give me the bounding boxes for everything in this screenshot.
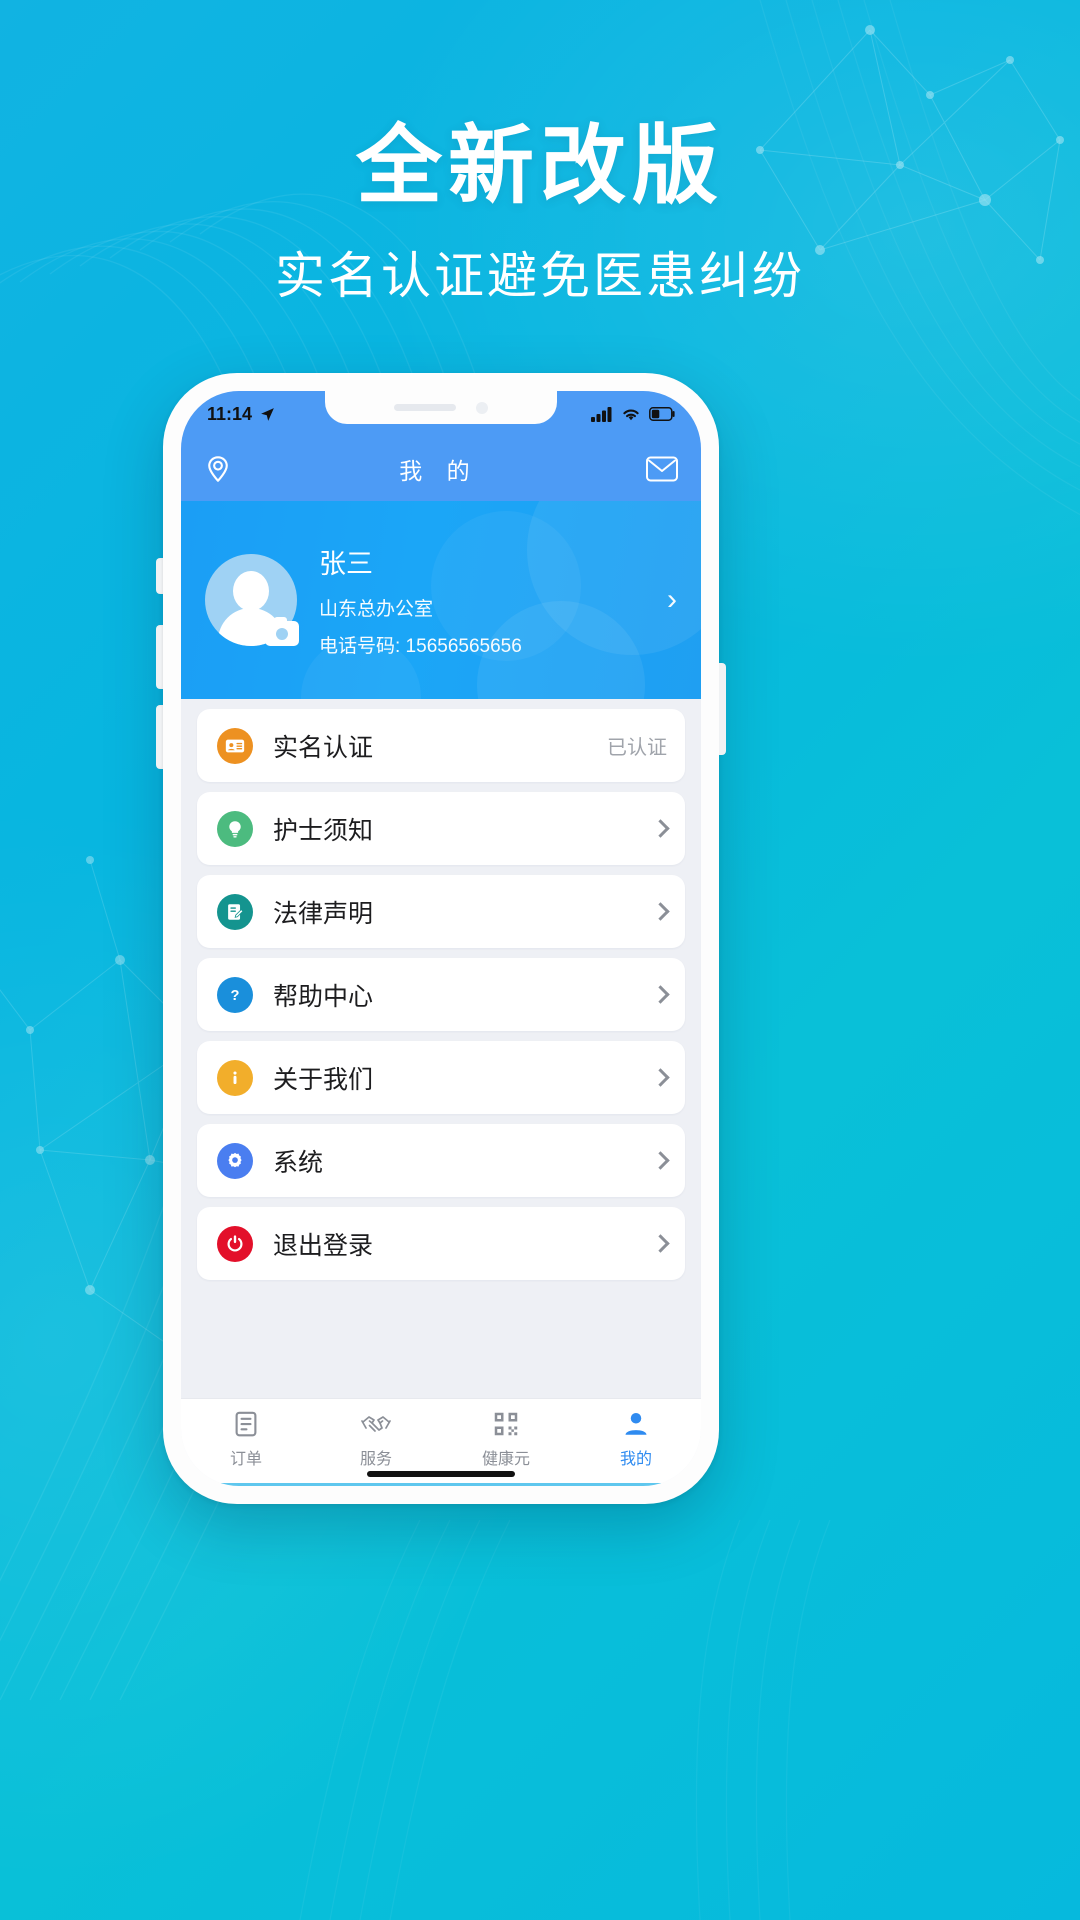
profile-info: 张三 山东总办公室 电话号码: 15656565656 <box>319 542 522 658</box>
menu-item-label: 帮助中心 <box>273 982 374 1011</box>
screen-bottom-edge <box>181 1483 701 1486</box>
menu-item-label: 退出登录 <box>273 1231 374 1260</box>
status-bar-left: 11:14 <box>207 404 276 425</box>
power-icon <box>217 1225 253 1262</box>
profile-department: 山东总办公室 <box>319 599 434 620</box>
page-title: 全新改版 <box>356 118 724 214</box>
status-bar-right <box>591 406 675 422</box>
person-icon <box>625 1413 647 1435</box>
menu-item-logout[interactable]: 退出登录 <box>197 1207 685 1280</box>
page-subtitle: 实名认证避免医患纠纷 <box>275 248 805 305</box>
menu-item-right <box>651 902 670 921</box>
profile-phone: 电话号码: 15656565656 <box>319 636 522 657</box>
menu-item-label: 系统 <box>273 1148 324 1177</box>
phone-notch <box>325 391 557 424</box>
chevron-right-icon[interactable]: › <box>667 583 683 617</box>
poster-text-block: 全新改版 实名认证避免医患纠纷 <box>0 118 1080 308</box>
front-camera-icon <box>476 401 488 414</box>
profile-card[interactable]: 张三 山东总办公室 电话号码: 15656565656 › <box>181 501 701 699</box>
list-order-icon <box>235 1411 257 1437</box>
menu-item-right <box>651 1234 670 1253</box>
phone-mute-button[interactable] <box>156 558 163 594</box>
tab-label: 服务 <box>359 1451 392 1468</box>
menu-item-legal[interactable]: 法律声明 <box>197 875 685 948</box>
phone-mockup: 11:14 我 的 张三 山东总办公室 电话号码: 15656565656 › … <box>156 373 726 1504</box>
qr-code-icon <box>494 1412 518 1436</box>
location-arrow-icon <box>261 407 274 421</box>
menu-item-label: 实名认证 <box>273 733 374 762</box>
tab-label: 订单 <box>229 1451 262 1468</box>
envelope-icon[interactable] <box>645 455 679 483</box>
phone-volume-up-button[interactable] <box>156 625 163 689</box>
menu-item-realname[interactable]: 实名认证 已认证 <box>197 709 685 782</box>
battery-icon <box>649 407 675 421</box>
earpiece-speaker <box>394 404 456 411</box>
gear-icon <box>217 1142 253 1179</box>
menu-item-label: 护士须知 <box>273 816 374 845</box>
poster-container: 全新改版 实名认证避免医患纠纷 11:14 我 的 张三 山东总办公室 电话号码… <box>0 0 1080 1920</box>
handshake-icon <box>361 1416 391 1432</box>
menu-item-right: 已认证 <box>607 731 667 760</box>
id-card-icon <box>217 727 253 764</box>
nav-bar: 我 的 <box>181 437 701 501</box>
phone-power-button[interactable] <box>719 663 726 755</box>
chevron-right-icon <box>651 1151 670 1170</box>
home-indicator[interactable] <box>367 1471 515 1477</box>
chevron-right-icon <box>651 1068 670 1087</box>
info-icon <box>217 1059 253 1096</box>
tab-profile[interactable]: 我的 <box>571 1409 701 1469</box>
menu-item-right <box>651 819 670 838</box>
status-bar-time: 11:14 <box>207 403 253 424</box>
camera-icon[interactable] <box>265 617 299 646</box>
menu-item-system[interactable]: 系统 <box>197 1124 685 1197</box>
phone-volume-down-button[interactable] <box>156 705 163 769</box>
profile-name: 张三 <box>319 549 373 579</box>
chevron-right-icon <box>651 1234 670 1253</box>
chevron-right-icon <box>651 819 670 838</box>
menu-item-label: 关于我们 <box>273 1065 374 1094</box>
menu-item-about[interactable]: 关于我们 <box>197 1041 685 1114</box>
nav-title: 我 的 <box>399 458 479 484</box>
status-badge: 已认证 <box>607 737 667 759</box>
menu-item-help[interactable]: ? 帮助中心 <box>197 958 685 1031</box>
menu-list: 实名认证 已认证 护士须知 法律声明 ? 帮助中心 关于我们 系统 退出登录 <box>181 699 701 1398</box>
menu-item-right <box>651 985 670 1004</box>
document-edit-icon <box>217 893 253 930</box>
tab-label: 健康元 <box>481 1451 530 1468</box>
location-pin-icon[interactable] <box>203 454 233 484</box>
tab-orders[interactable]: 订单 <box>181 1409 311 1469</box>
chevron-right-icon <box>651 985 670 1004</box>
lightbulb-icon <box>217 810 253 847</box>
svg-text:?: ? <box>231 988 240 1004</box>
menu-item-right <box>651 1151 670 1170</box>
phone-screen: 11:14 我 的 张三 山东总办公室 电话号码: 15656565656 › … <box>181 391 701 1486</box>
camera-lens-shape <box>276 627 288 640</box>
chevron-right-icon <box>651 902 670 921</box>
tab-health[interactable]: 健康元 <box>441 1409 571 1469</box>
tab-services[interactable]: 服务 <box>311 1409 441 1469</box>
menu-item-nurse-notice[interactable]: 护士须知 <box>197 792 685 865</box>
wifi-icon <box>623 409 639 421</box>
menu-item-label: 法律声明 <box>273 899 374 928</box>
avatar-head-shape <box>233 571 269 611</box>
question-mark-icon: ? <box>217 976 253 1013</box>
avatar[interactable] <box>205 554 299 646</box>
cellular-signal-icon <box>591 407 612 422</box>
tab-label: 我的 <box>619 1451 652 1468</box>
menu-item-right <box>651 1068 670 1087</box>
